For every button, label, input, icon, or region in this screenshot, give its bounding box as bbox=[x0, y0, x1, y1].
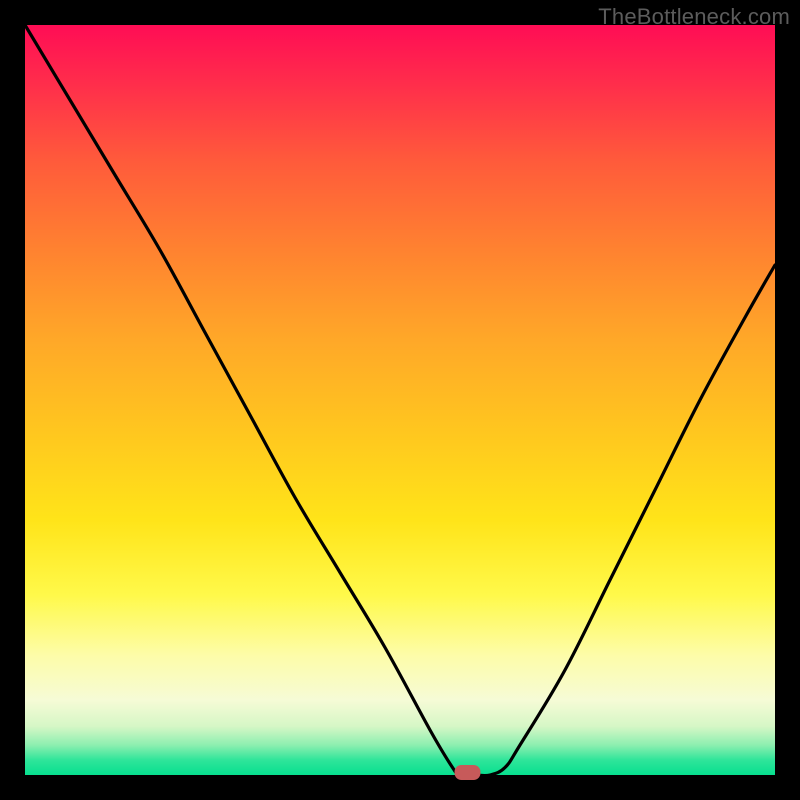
chart-frame: TheBottleneck.com bbox=[0, 0, 800, 800]
minimum-marker bbox=[455, 765, 481, 780]
watermark-text: TheBottleneck.com bbox=[598, 4, 790, 30]
plot-area bbox=[25, 25, 775, 775]
bottleneck-curve-path bbox=[25, 25, 775, 776]
curve-layer bbox=[25, 25, 775, 775]
